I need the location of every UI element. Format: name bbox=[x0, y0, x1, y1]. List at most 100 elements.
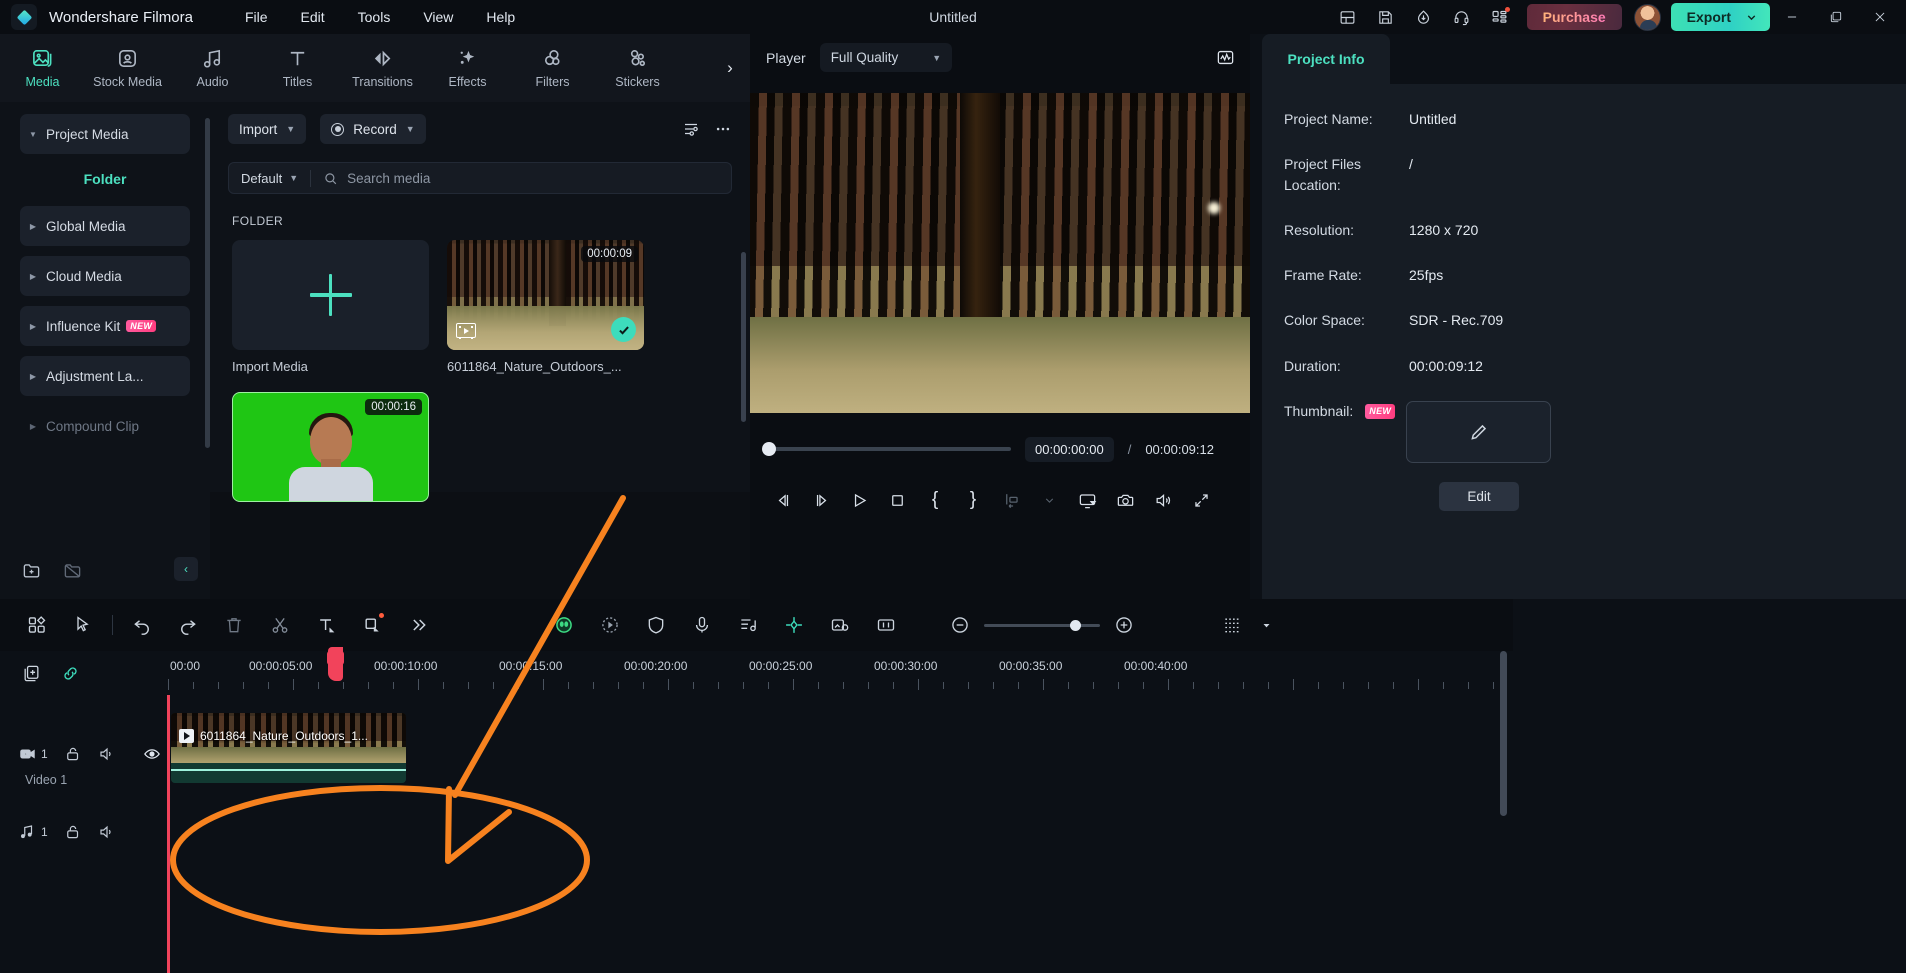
mute-icon[interactable] bbox=[98, 745, 116, 763]
export-button[interactable]: Export bbox=[1670, 3, 1770, 31]
menu-item-view[interactable]: View bbox=[409, 5, 467, 29]
green-screen-icon[interactable] bbox=[817, 599, 863, 651]
timeline-view-icon[interactable] bbox=[1209, 599, 1255, 651]
tab-transitions[interactable]: Transitions bbox=[340, 34, 425, 102]
media-thumbnail[interactable]: 00:00:16 bbox=[232, 392, 429, 502]
unlock-icon[interactable] bbox=[64, 823, 82, 841]
waveform-monitor-icon[interactable] bbox=[1212, 45, 1238, 71]
tab-media[interactable]: Media bbox=[0, 34, 85, 102]
add-track-icon[interactable] bbox=[22, 664, 41, 683]
tab-project-info[interactable]: Project Info bbox=[1262, 34, 1390, 84]
filter-icon[interactable] bbox=[682, 120, 700, 138]
playhead[interactable] bbox=[167, 647, 344, 973]
display-settings-button[interactable] bbox=[1068, 481, 1106, 519]
auto-reframe-icon[interactable] bbox=[863, 599, 909, 651]
audio-mixer-icon[interactable] bbox=[725, 599, 771, 651]
sidebar-scrollbar[interactable] bbox=[205, 118, 210, 448]
sidebar-item-global-media[interactable]: ▶ Global Media bbox=[20, 206, 190, 246]
select-cursor-icon[interactable] bbox=[60, 599, 106, 651]
media-scrollbar[interactable] bbox=[741, 252, 746, 422]
play-button[interactable] bbox=[840, 481, 878, 519]
save-icon[interactable] bbox=[1367, 0, 1405, 34]
next-frame-button[interactable] bbox=[802, 481, 840, 519]
keyframe-icon[interactable] bbox=[771, 599, 817, 651]
stop-button[interactable] bbox=[878, 481, 916, 519]
eye-visible-icon[interactable] bbox=[142, 744, 162, 764]
templates-icon[interactable] bbox=[14, 599, 60, 651]
playhead-handle[interactable] bbox=[328, 647, 343, 681]
import-media-tile[interactable] bbox=[232, 240, 429, 350]
search-input[interactable]: Search media bbox=[311, 171, 731, 186]
timeline-clip[interactable]: 6011864_Nature_Outdoors_1... bbox=[171, 713, 406, 783]
timeline-view-chevron-down-icon[interactable] bbox=[1255, 599, 1277, 651]
tab-stickers[interactable]: Stickers bbox=[595, 34, 680, 102]
more-tools-icon[interactable] bbox=[395, 599, 441, 651]
sidebar-item-cloud-media[interactable]: ▶ Cloud Media bbox=[20, 256, 190, 296]
media-item-greenscreen[interactable]: 00:00:16 bbox=[232, 392, 429, 502]
mark-out-button[interactable]: } bbox=[954, 481, 992, 519]
apps-grid-icon[interactable] bbox=[1481, 0, 1519, 34]
new-folder-icon[interactable] bbox=[22, 561, 41, 580]
unlock-icon[interactable] bbox=[64, 745, 82, 763]
add-to-timeline-dropdown[interactable] bbox=[1030, 481, 1068, 519]
zoom-in-icon[interactable] bbox=[1111, 599, 1137, 651]
media-item-import[interactable]: Import Media bbox=[232, 240, 429, 374]
fullscreen-button[interactable] bbox=[1182, 481, 1220, 519]
more-options-icon[interactable] bbox=[714, 120, 732, 138]
menu-item-help[interactable]: Help bbox=[472, 5, 529, 29]
seek-handle[interactable] bbox=[762, 442, 776, 456]
seek-slider[interactable] bbox=[762, 442, 1011, 456]
volume-button[interactable] bbox=[1144, 481, 1182, 519]
redo-icon[interactable] bbox=[165, 599, 211, 651]
menu-item-tools[interactable]: Tools bbox=[344, 5, 405, 29]
add-to-timeline-button[interactable] bbox=[992, 481, 1030, 519]
support-headset-icon[interactable] bbox=[1443, 0, 1481, 34]
sort-dropdown[interactable]: Default ▼ bbox=[229, 171, 310, 186]
tab-effects[interactable]: Effects bbox=[425, 34, 510, 102]
menu-item-file[interactable]: File bbox=[231, 5, 282, 29]
undo-icon[interactable] bbox=[119, 599, 165, 651]
sidebar-item-compound-clip[interactable]: ▶ Compound Clip bbox=[20, 406, 190, 446]
split-scissors-icon[interactable] bbox=[257, 599, 303, 651]
media-item-forest[interactable]: 00:00:09 6011864_Nature_Outdoors_... bbox=[447, 240, 644, 374]
purchase-button[interactable]: Purchase bbox=[1526, 4, 1622, 30]
collapse-sidebar-button[interactable]: ‹ bbox=[174, 557, 198, 581]
mute-icon[interactable] bbox=[98, 823, 116, 841]
timeline-vertical-scrollbar[interactable] bbox=[1500, 651, 1507, 816]
edit-button[interactable]: Edit bbox=[1439, 482, 1519, 512]
text-tool-icon[interactable] bbox=[303, 599, 349, 651]
sidebar-item-influence-kit[interactable]: ▶ Influence Kit NEW bbox=[20, 306, 190, 346]
tab-audio[interactable]: Audio bbox=[170, 34, 255, 102]
new-smart-folder-icon[interactable] bbox=[63, 561, 82, 580]
record-button[interactable]: Record ▼ bbox=[320, 114, 426, 144]
audio-track-icon[interactable] bbox=[18, 823, 36, 841]
video-track-icon[interactable] bbox=[18, 745, 36, 763]
sidebar-item-adjustment-layer[interactable]: ▶ Adjustment La... bbox=[20, 356, 190, 396]
zoom-slider[interactable] bbox=[984, 619, 1100, 631]
mark-in-button[interactable]: { bbox=[916, 481, 954, 519]
avatar[interactable] bbox=[1633, 3, 1661, 31]
close-button[interactable] bbox=[1858, 0, 1902, 34]
tab-filters[interactable]: Filters bbox=[510, 34, 595, 102]
delete-trash-icon[interactable] bbox=[211, 599, 257, 651]
snapshot-button[interactable] bbox=[1106, 481, 1144, 519]
nav-more-arrow-icon[interactable]: › bbox=[718, 56, 742, 80]
minimize-button[interactable] bbox=[1770, 0, 1814, 34]
menu-item-edit[interactable]: Edit bbox=[287, 5, 339, 29]
maximize-button[interactable] bbox=[1814, 0, 1858, 34]
download-update-icon[interactable] bbox=[1405, 0, 1443, 34]
tab-stock-media[interactable]: Stock Media bbox=[85, 34, 170, 102]
timeline-ruler[interactable]: 00:00 00:00:05:00 00:00:10:00 00:00:15:0… bbox=[168, 651, 1513, 695]
layout-icon[interactable] bbox=[1329, 0, 1367, 34]
current-time[interactable]: 00:00:00:00 bbox=[1025, 436, 1114, 462]
tab-titles[interactable]: Titles bbox=[255, 34, 340, 102]
quality-dropdown[interactable]: Full Quality ▼ bbox=[819, 43, 953, 72]
motion-tracking-icon[interactable] bbox=[587, 599, 633, 651]
voice-record-icon[interactable] bbox=[679, 599, 725, 651]
media-thumbnail[interactable]: 00:00:09 bbox=[447, 240, 644, 350]
link-clips-icon[interactable] bbox=[61, 664, 80, 683]
zoom-out-icon[interactable] bbox=[947, 599, 973, 651]
import-button[interactable]: Import ▼ bbox=[228, 114, 307, 144]
previous-frame-button[interactable] bbox=[764, 481, 802, 519]
thumbnail-edit-box[interactable] bbox=[1406, 401, 1551, 464]
